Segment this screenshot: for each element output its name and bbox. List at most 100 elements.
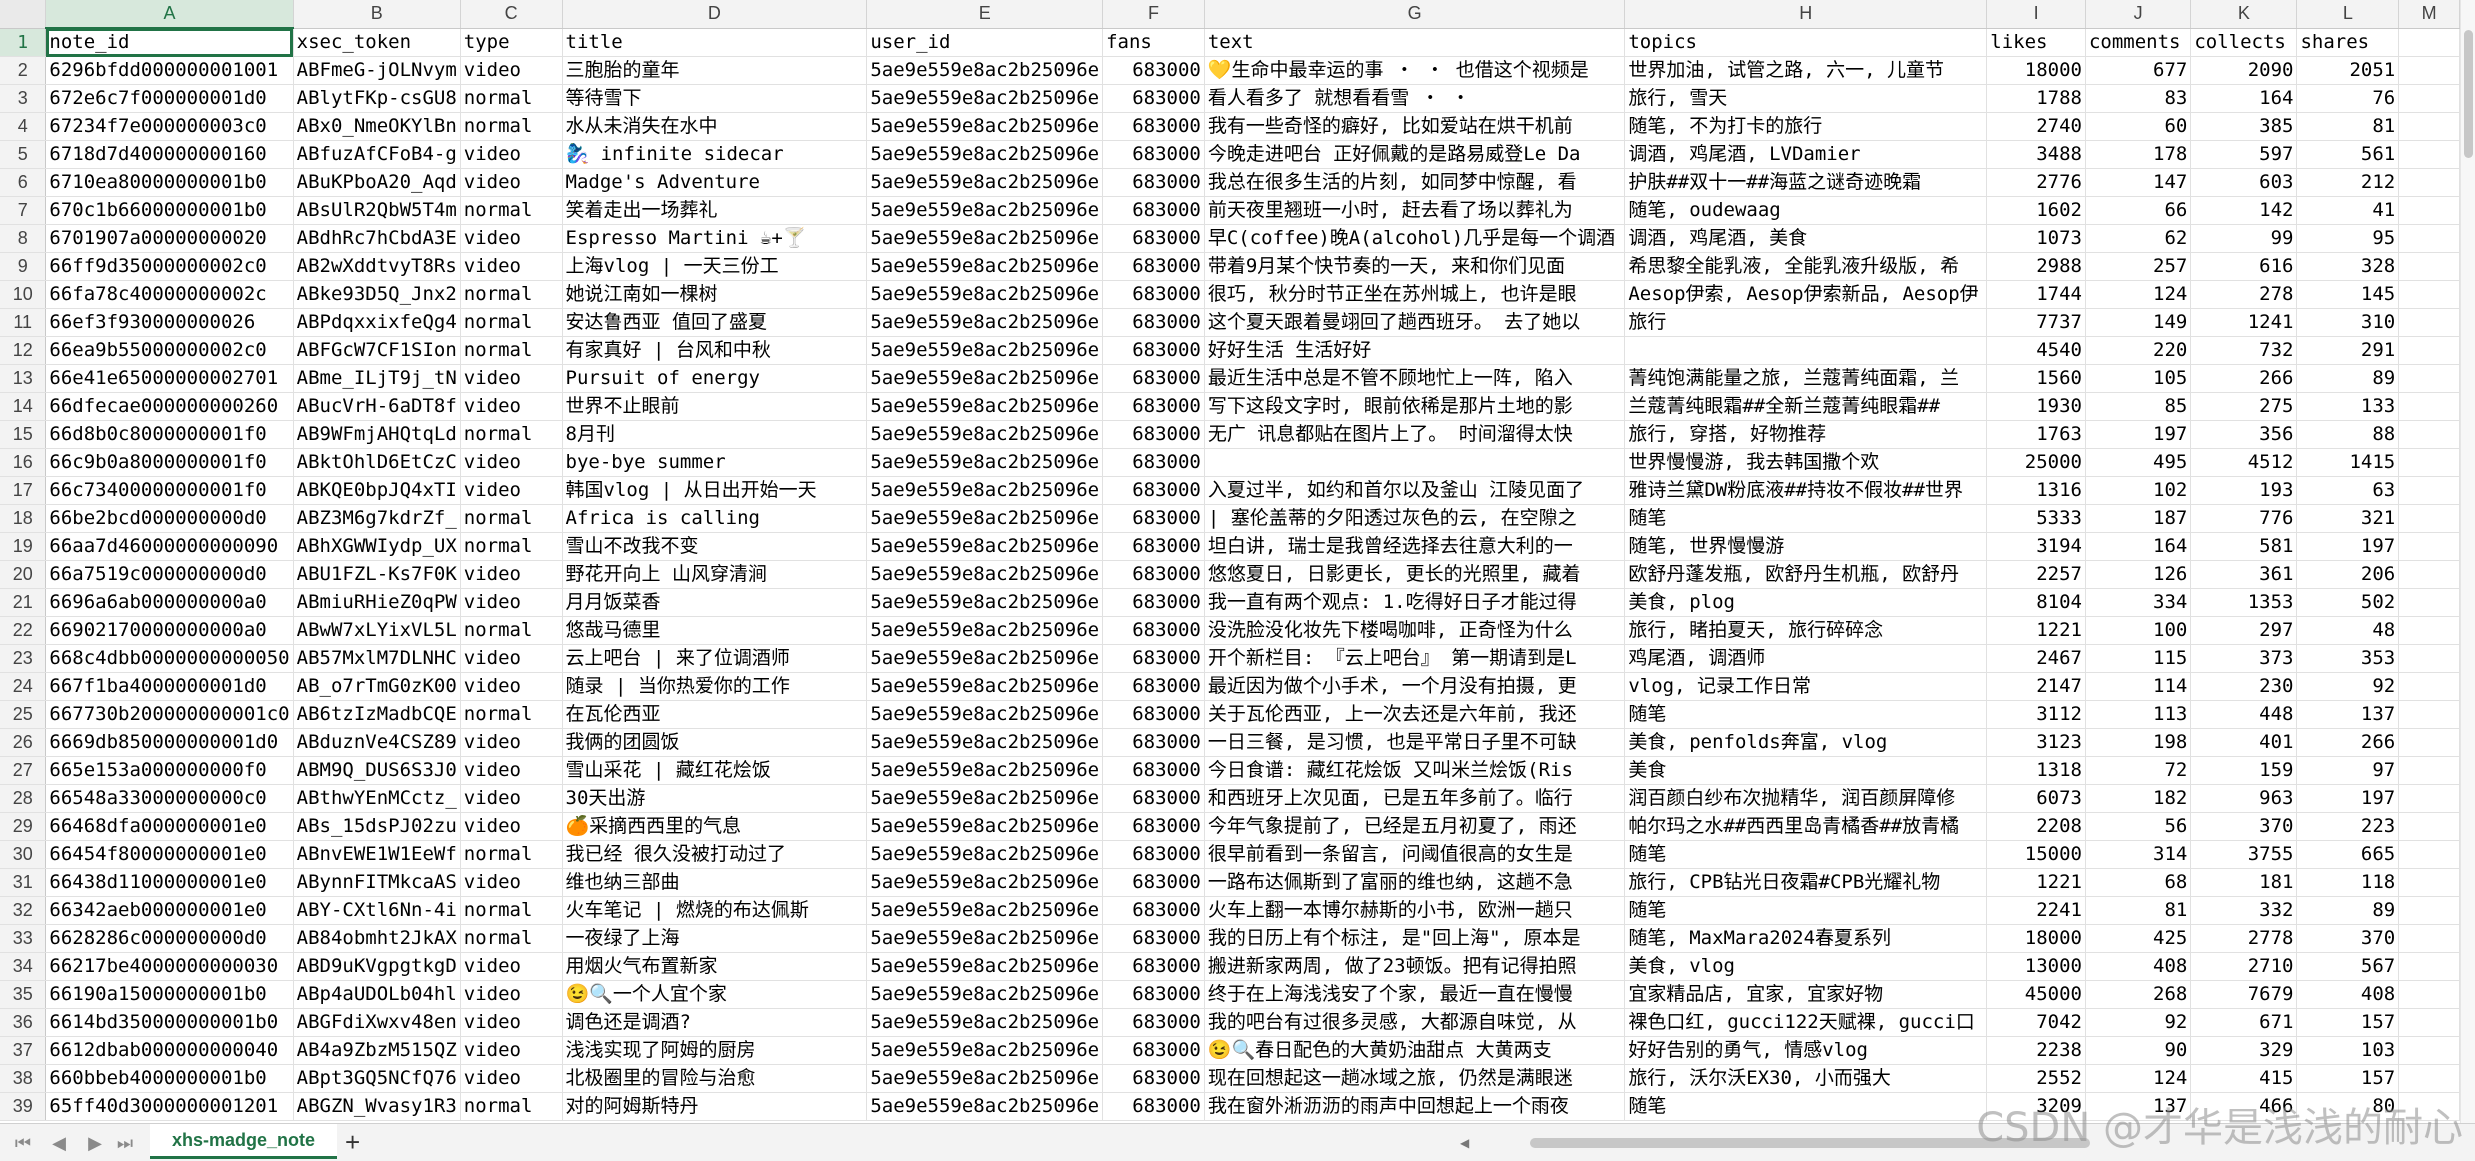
empty-cell[interactable] — [2398, 980, 2460, 1009]
table-cell[interactable]: ABktOhlD6EtCzC — [293, 448, 461, 477]
table-cell[interactable]: 一路布达佩斯到了富丽的维也纳, 这趟不急 — [1204, 868, 1626, 897]
table-cell[interactable]: 我已经 很久没被打动过了 — [562, 840, 868, 869]
table-cell[interactable]: 671 — [2190, 1008, 2298, 1037]
table-cell[interactable]: 5ae9e559e8ac2b25096e — [866, 504, 1104, 533]
table-cell[interactable]: 悠悠夏日, 日影更长, 更长的光照里, 藏着 — [1204, 560, 1626, 589]
table-cell[interactable]: 我的吧台有过很多灵感, 大都源自味觉, 从 — [1204, 1008, 1626, 1037]
table-cell[interactable]: ABke93D5Q_Jnx2 — [293, 280, 461, 309]
empty-cell[interactable] — [2398, 112, 2460, 141]
table-cell[interactable]: 维也纳三部曲 — [562, 868, 868, 897]
table-cell[interactable]: 笑着走出一场葬礼 — [562, 196, 868, 225]
empty-cell[interactable] — [2398, 784, 2460, 813]
empty-cell[interactable] — [2398, 700, 2460, 729]
row-number[interactable]: 14 — [0, 392, 47, 421]
empty-cell[interactable] — [2398, 616, 2460, 645]
table-cell[interactable]: ABucVrH-6aDT8f — [293, 392, 461, 421]
table-cell[interactable]: 2147 — [1986, 672, 2086, 701]
table-cell[interactable]: ABduznVe4CSZ89 — [293, 728, 461, 757]
table-cell[interactable]: 火车上翻一本博尔赫斯的小书, 欧洲一趟只 — [1204, 896, 1626, 925]
empty-cell[interactable] — [2398, 420, 2460, 449]
table-cell[interactable]: 8月刊 — [562, 420, 868, 449]
table-cell[interactable]: 6696a6ab000000000a0 — [45, 588, 294, 617]
table-cell[interactable]: Aesop伊索, Aesop伊索新品, Aesop伊 — [1624, 280, 1988, 309]
table-cell[interactable]: 683000 — [1102, 560, 1205, 589]
row-number[interactable]: 25 — [0, 700, 47, 729]
table-cell[interactable]: 334 — [2085, 588, 2192, 617]
table-cell[interactable]: 6296bfdd000000001001 — [45, 56, 294, 85]
table-cell[interactable]: 408 — [2296, 980, 2400, 1009]
table-cell[interactable]: 90 — [2085, 1036, 2192, 1065]
table-cell[interactable]: 314 — [2085, 840, 2192, 869]
data-table[interactable]: ABCDEFGHIJKLM 1 note_id xsec_token type titl… — [0, 0, 2460, 1121]
table-cell[interactable]: 美食, plog — [1624, 588, 1988, 617]
column-header-f[interactable]: F — [1102, 0, 1205, 29]
table-cell[interactable]: normal — [460, 308, 563, 337]
table-cell[interactable]: ABhXGWWIydp_UX — [293, 532, 461, 561]
table-cell[interactable]: 美食, penfolds奔富, vlog — [1624, 728, 1988, 757]
table-cell[interactable]: 145 — [2296, 280, 2400, 309]
table-cell[interactable]: 好好生活 生活好好 — [1204, 336, 1626, 365]
table-cell[interactable]: ABD9uKVgpgtkgD — [293, 952, 461, 981]
table-cell[interactable]: Pursuit of energy — [562, 364, 868, 393]
header-cell-type[interactable]: type — [460, 28, 563, 57]
row-number[interactable]: 10 — [0, 280, 47, 309]
table-cell[interactable]: 6073 — [1986, 784, 2086, 813]
table-cell[interactable]: 133 — [2296, 392, 2400, 421]
table-cell[interactable]: 2241 — [1986, 896, 2086, 925]
table-cell[interactable]: 683000 — [1102, 840, 1205, 869]
table-cell[interactable]: 187 — [2085, 504, 2192, 533]
row-number[interactable]: 27 — [0, 756, 47, 785]
row-number[interactable]: 9 — [0, 252, 47, 281]
table-cell[interactable]: ABM9Q_DUS6S3J0 — [293, 756, 461, 785]
table-cell[interactable]: 13000 — [1986, 952, 2086, 981]
table-cell[interactable]: 683000 — [1102, 952, 1205, 981]
table-cell[interactable]: ABpt3GQ5NCfQ76 — [293, 1064, 461, 1093]
table-cell[interactable]: 1353 — [2190, 588, 2298, 617]
row-number[interactable]: 33 — [0, 924, 47, 953]
table-cell[interactable]: 护肤##双十一##海蓝之谜奇迹晚霜 — [1624, 168, 1988, 197]
row-number[interactable]: 17 — [0, 476, 47, 505]
table-cell[interactable]: video — [460, 1036, 563, 1065]
table-cell[interactable]: 67234f7e000000003c0 — [45, 112, 294, 141]
table-cell[interactable]: 5ae9e559e8ac2b25096e — [866, 784, 1104, 813]
table-cell[interactable]: 1073 — [1986, 224, 2086, 253]
table-cell[interactable]: 5ae9e559e8ac2b25096e — [866, 252, 1104, 281]
empty-cell[interactable] — [2398, 392, 2460, 421]
table-cell[interactable]: normal — [460, 196, 563, 225]
table-cell[interactable]: 3194 — [1986, 532, 2086, 561]
table-cell[interactable]: 无广 讯息都贴在图片上了。 时间溜得太快 — [1204, 420, 1626, 449]
table-cell[interactable]: 83 — [2085, 84, 2192, 113]
table-cell[interactable]: 683000 — [1102, 532, 1205, 561]
table-cell[interactable]: video — [460, 252, 563, 281]
empty-cell[interactable] — [2398, 364, 2460, 393]
table-cell[interactable]: 356 — [2190, 420, 2298, 449]
table-cell[interactable]: 很巧, 秋分时节正坐在苏州城上, 也许是眼 — [1204, 280, 1626, 309]
table-cell[interactable]: 美食, vlog — [1624, 952, 1988, 981]
table-cell[interactable]: 297 — [2190, 616, 2298, 645]
empty-cell[interactable] — [2398, 280, 2460, 309]
table-cell[interactable]: 683000 — [1102, 308, 1205, 337]
table-cell[interactable]: 66548a33000000000c0 — [45, 784, 294, 813]
table-cell[interactable]: AB57MxlM7DLNHC — [293, 644, 461, 673]
table-cell[interactable]: 97 — [2296, 756, 2400, 785]
table-cell[interactable]: video — [460, 168, 563, 197]
table-cell[interactable]: 230 — [2190, 672, 2298, 701]
table-cell[interactable]: Madge's Adventure — [562, 168, 868, 197]
table-cell[interactable]: 102 — [2085, 476, 2192, 505]
table-cell[interactable]: 旅行, 雪天 — [1624, 84, 1988, 113]
table-cell[interactable]: video — [460, 560, 563, 589]
table-cell[interactable]: 99 — [2190, 224, 2298, 253]
table-cell[interactable]: normal — [460, 84, 563, 113]
table-cell[interactable]: 197 — [2296, 532, 2400, 561]
select-all-corner[interactable] — [0, 0, 47, 29]
row-number[interactable]: 6 — [0, 168, 47, 197]
row-number[interactable]: 2 — [0, 56, 47, 85]
column-header-k[interactable]: K — [2190, 0, 2298, 29]
row-number[interactable]: 24 — [0, 672, 47, 701]
table-cell[interactable]: video — [460, 364, 563, 393]
table-cell[interactable]: 5ae9e559e8ac2b25096e — [866, 448, 1104, 477]
table-cell[interactable]: 6628286c000000000d0 — [45, 924, 294, 953]
table-cell[interactable]: normal — [460, 336, 563, 365]
table-cell[interactable]: 683000 — [1102, 1064, 1205, 1093]
table-cell[interactable]: 5ae9e559e8ac2b25096e — [866, 364, 1104, 393]
